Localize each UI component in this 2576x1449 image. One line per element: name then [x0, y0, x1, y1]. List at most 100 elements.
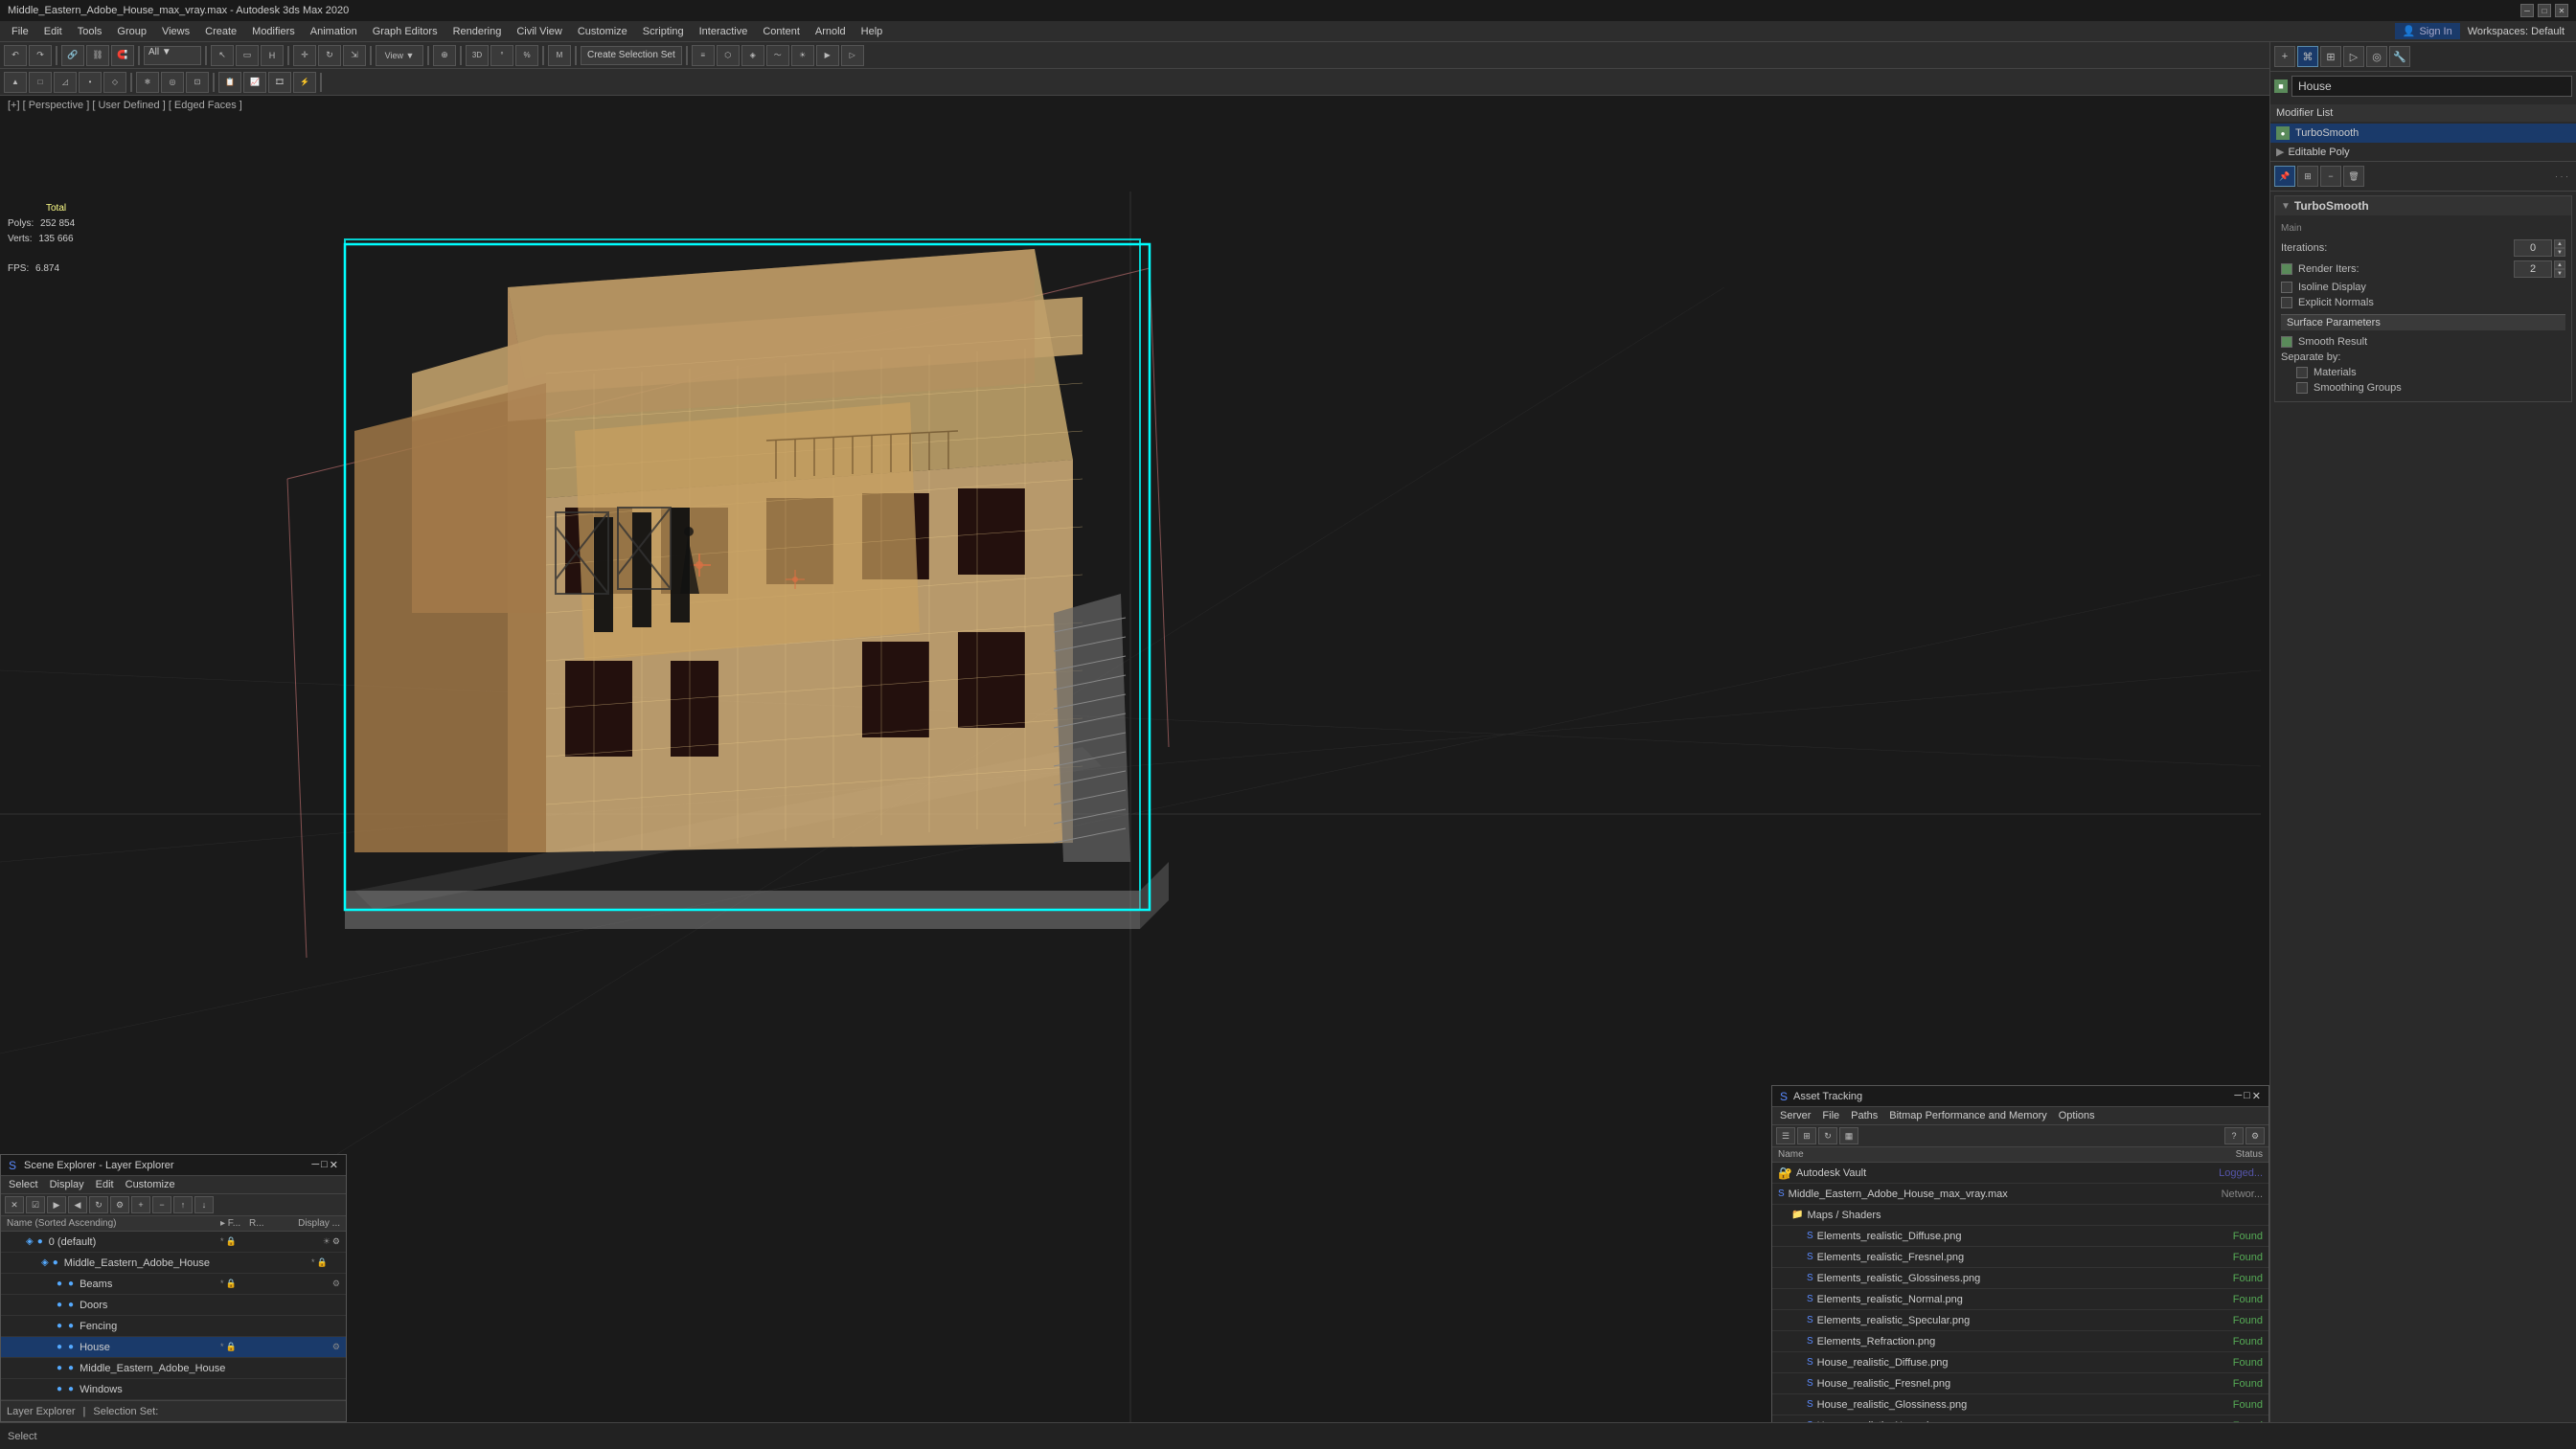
iterations-up[interactable]: ▲: [2554, 239, 2565, 248]
element-btn[interactable]: ◇: [103, 72, 126, 93]
render-iters-up[interactable]: ▲: [2554, 260, 2565, 269]
modifier-show-btn[interactable]: ⊞: [2297, 166, 2318, 187]
view-dropdown[interactable]: View ▼: [376, 45, 423, 66]
list-item[interactable]: S Elements_realistic_Diffuse.png Found: [1772, 1226, 2268, 1247]
materials-checkbox[interactable]: [2296, 367, 2308, 378]
object-name-input[interactable]: [2291, 76, 2572, 97]
modify-panel-btn[interactable]: ⌘: [2297, 46, 2318, 67]
se-menu-select[interactable]: Select: [5, 1178, 42, 1191]
table-row[interactable]: ◈ ● 0 (default) * 🔒 ☀ ⚙: [1, 1232, 346, 1253]
unlink-button[interactable]: ⛓: [86, 45, 109, 66]
turbosmooth-modifier[interactable]: ● TurboSmooth: [2270, 124, 2576, 143]
iterations-down[interactable]: ▼: [2554, 248, 2565, 257]
utilities-panel-btn[interactable]: 🔧: [2389, 46, 2410, 67]
edge-btn[interactable]: ◿: [54, 72, 77, 93]
table-row[interactable]: ◈ ● Middle_Eastern_Adobe_House * 🔒: [1, 1253, 346, 1274]
menu-help[interactable]: Help: [854, 24, 891, 39]
se-collapse-btn[interactable]: ◀: [68, 1196, 87, 1213]
wire-params-btn[interactable]: ⚡: [293, 72, 316, 93]
sub-object-btn[interactable]: ▲: [4, 72, 27, 93]
scale-button[interactable]: ⇲: [343, 45, 366, 66]
se-del-layer-btn[interactable]: −: [152, 1196, 171, 1213]
table-row[interactable]: ● ● Windows: [1, 1379, 346, 1400]
render-btn[interactable]: ▶: [816, 45, 839, 66]
list-item[interactable]: S Middle_Eastern_Adobe_House_max_vray.ma…: [1772, 1184, 2268, 1205]
table-row[interactable]: ● ● Middle_Eastern_Adobe_House: [1, 1358, 346, 1379]
at-refresh-btn[interactable]: ↻: [1818, 1127, 1837, 1144]
list-item[interactable]: S Elements_Refraction.png Found: [1772, 1331, 2268, 1352]
explicit-normals-checkbox[interactable]: [2281, 297, 2292, 308]
menu-civil-view[interactable]: Civil View: [509, 24, 569, 39]
isoline-checkbox[interactable]: [2281, 282, 2292, 293]
display-panel-btn[interactable]: ◎: [2366, 46, 2387, 67]
at-menu-file[interactable]: File: [1818, 1109, 1843, 1122]
at-close-btn[interactable]: ✕: [2252, 1090, 2261, 1102]
list-item[interactable]: S Elements_realistic_Specular.png Found: [1772, 1310, 2268, 1331]
list-item[interactable]: S House_realistic_Fresnel.png Found: [1772, 1373, 2268, 1394]
smooth-result-checkbox[interactable]: [2281, 336, 2292, 348]
scene-explorer-content[interactable]: ◈ ● 0 (default) * 🔒 ☀ ⚙ ◈ ● Middle_Easte…: [1, 1232, 346, 1412]
iterations-input[interactable]: 0: [2514, 239, 2552, 257]
se-move-down-btn[interactable]: ↓: [194, 1196, 214, 1213]
at-minimize-btn[interactable]: ─: [2234, 1090, 2242, 1102]
at-settings-btn[interactable]: ⚙: [2245, 1127, 2265, 1144]
se-add-layer-btn[interactable]: +: [131, 1196, 150, 1213]
asset-tracking-content[interactable]: 🔐 Autodesk Vault Logged... S Middle_East…: [1772, 1163, 2268, 1429]
menu-group[interactable]: Group: [109, 24, 154, 39]
table-row[interactable]: ● ● Beams * 🔒 ⚙: [1, 1274, 346, 1295]
select-name-button[interactable]: H: [261, 45, 284, 66]
render-iters-checkbox[interactable]: [2281, 263, 2292, 275]
editable-poly-modifier[interactable]: ▶ Editable Poly: [2270, 143, 2576, 161]
render-iters-input[interactable]: [2514, 260, 2552, 278]
table-row[interactable]: ● ● Doors: [1, 1295, 346, 1316]
list-item[interactable]: 📁 Maps / Shaders: [1772, 1205, 2268, 1226]
sign-in-button[interactable]: 👤 Sign In: [2395, 23, 2460, 39]
modifier-delete-btn[interactable]: 🗑: [2343, 166, 2364, 187]
at-menu-server[interactable]: Server: [1776, 1109, 1814, 1122]
se-settings-btn[interactable]: ⚙: [110, 1196, 129, 1213]
at-grid-btn[interactable]: ▦: [1839, 1127, 1858, 1144]
at-menu-paths[interactable]: Paths: [1847, 1109, 1881, 1122]
menu-animation[interactable]: Animation: [303, 24, 365, 39]
smoothing-groups-checkbox[interactable]: [2296, 382, 2308, 394]
face-btn[interactable]: □: [29, 72, 52, 93]
list-item[interactable]: S House_realistic_Glossiness.png Found: [1772, 1394, 2268, 1415]
pivot-button[interactable]: ⊕: [433, 45, 456, 66]
menu-interactive[interactable]: Interactive: [692, 24, 756, 39]
se-expand-all-btn[interactable]: ▶: [47, 1196, 66, 1213]
menu-create[interactable]: Create: [197, 24, 244, 39]
track-view-btn[interactable]: 📈: [243, 72, 266, 93]
angle-snap-btn[interactable]: °: [490, 45, 513, 66]
se-menu-customize[interactable]: Customize: [122, 1178, 179, 1191]
menu-tools[interactable]: Tools: [70, 24, 110, 39]
se-maximize-btn[interactable]: □: [321, 1159, 328, 1171]
close-button[interactable]: ✕: [2555, 4, 2568, 17]
at-maximize-btn[interactable]: □: [2244, 1090, 2250, 1102]
select-region-button[interactable]: ▭: [236, 45, 259, 66]
obj-prop-btn[interactable]: 📋: [218, 72, 241, 93]
se-menu-display[interactable]: Display: [46, 1178, 88, 1191]
menu-modifiers[interactable]: Modifiers: [244, 24, 303, 39]
filter-dropdown[interactable]: All ▼: [144, 46, 201, 65]
modifier-pin-btn[interactable]: 📌: [2274, 166, 2295, 187]
list-item[interactable]: S Elements_realistic_Glossiness.png Foun…: [1772, 1268, 2268, 1289]
menu-graph-editors[interactable]: Graph Editors: [365, 24, 445, 39]
at-menu-options[interactable]: Options: [2055, 1109, 2099, 1122]
menu-scripting[interactable]: Scripting: [635, 24, 692, 39]
schematic-btn[interactable]: ⬡: [717, 45, 740, 66]
render-prod-btn[interactable]: ▷: [841, 45, 864, 66]
bind-button[interactable]: 🧲: [111, 45, 134, 66]
move-button[interactable]: ✛: [293, 45, 316, 66]
create-panel-btn[interactable]: +: [2274, 46, 2295, 67]
redo-button[interactable]: ↷: [29, 45, 52, 66]
dope-sheet-btn[interactable]: 🎞: [268, 72, 291, 93]
undo-button[interactable]: ↶: [4, 45, 27, 66]
modifier-hide-btn[interactable]: −: [2320, 166, 2341, 187]
display-props-btn[interactable]: ⊡: [186, 72, 209, 93]
menu-rendering[interactable]: Rendering: [445, 24, 510, 39]
list-item[interactable]: S Elements_realistic_Normal.png Found: [1772, 1289, 2268, 1310]
render-setup-btn[interactable]: ☀: [791, 45, 814, 66]
at-help-btn[interactable]: ?: [2224, 1127, 2244, 1144]
percent-snap-btn[interactable]: %: [515, 45, 538, 66]
menu-views[interactable]: Views: [154, 24, 197, 39]
